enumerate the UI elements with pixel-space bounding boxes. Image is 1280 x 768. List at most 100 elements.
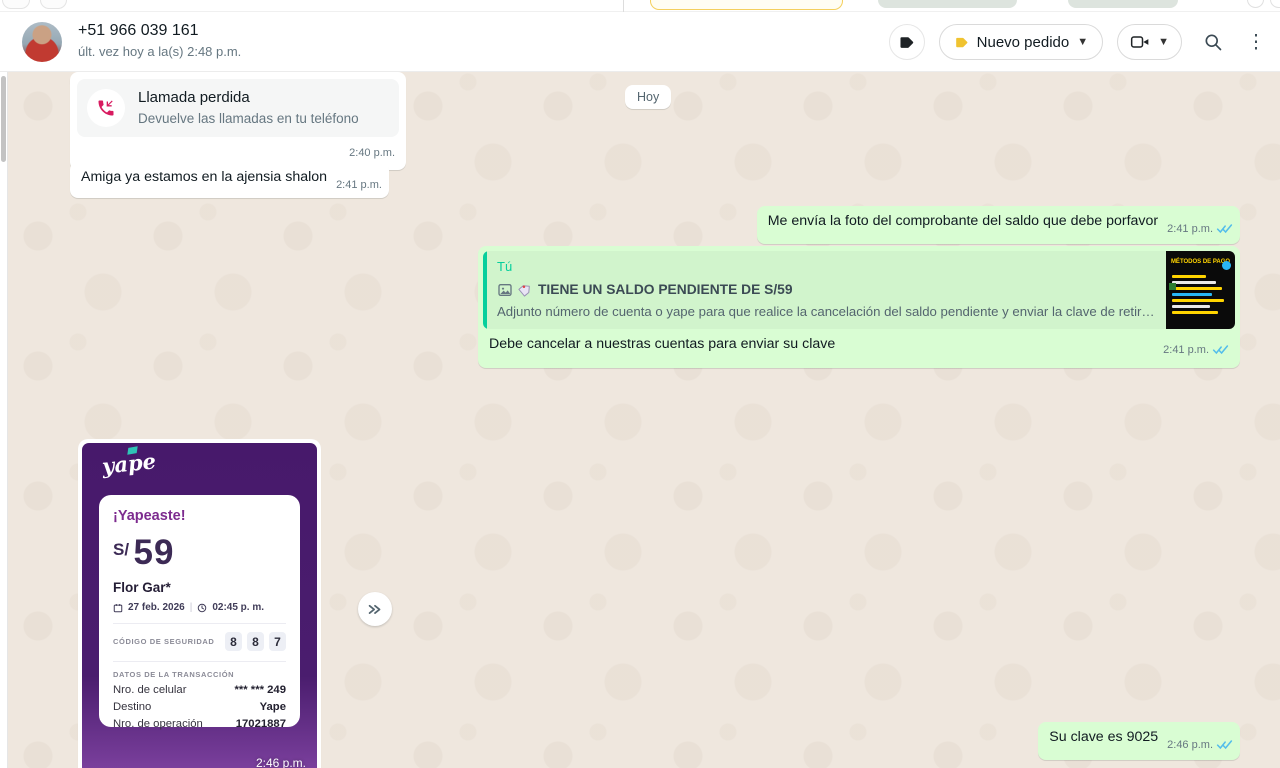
panel-divider [623, 0, 624, 12]
yape-receipt: yape ¡Yapeaste! S/ 59 Flor Gar* [82, 443, 317, 768]
kebab-menu-icon: ⋮ [1247, 31, 1266, 54]
search-button[interactable] [1196, 25, 1230, 59]
scrollbar-thumb[interactable] [1, 76, 6, 162]
quote-author: Tú [497, 257, 1156, 276]
row-value: Yape [260, 701, 286, 713]
message-time: 2:46 p.m. [1167, 739, 1213, 751]
thumbnail-decor [1222, 261, 1231, 270]
row-value: 17021887 [236, 718, 286, 730]
divider [113, 661, 286, 662]
chevron-down-icon: ▼ [1158, 36, 1169, 48]
thumbnail-decor [1172, 275, 1206, 278]
transaction-row: Nro. de celular *** *** 249 [113, 684, 286, 696]
incoming-message[interactable]: Amiga ya estamos en la ajensia shalon 2:… [70, 162, 389, 198]
currency-symbol: S/ [113, 540, 129, 559]
forward-button[interactable] [358, 592, 392, 626]
receipt-card: ¡Yapeaste! S/ 59 Flor Gar* 27 feb. 2026 [99, 495, 300, 727]
quote-title: TIENE UN SALDO PENDIENTE DE S/59 [538, 280, 793, 299]
outgoing-message[interactable]: Me envía la foto del comprobante del sal… [757, 206, 1240, 244]
cutoff-tab [878, 0, 1017, 8]
new-order-button[interactable]: Nuevo pedido ▼ [939, 24, 1103, 60]
order-tag-icon [954, 35, 969, 50]
contact-avatar[interactable] [22, 22, 62, 62]
security-code-label: CÓDIGO DE SEGURIDAD [113, 637, 214, 646]
security-digits: 8 8 7 [225, 632, 286, 651]
receipt-date: 27 feb. 2026 [128, 602, 185, 613]
quoted-message-body: Debe cancelar a nuestras cuentas para en… [483, 329, 1235, 354]
label-icon [898, 34, 915, 51]
last-seen-status: últ. vez hoy a la(s) 2:48 p.m. [78, 44, 241, 59]
quoted-message[interactable]: Tú TIENE UN SALDO PENDIENTE DE S/59 [483, 251, 1235, 329]
missed-call-card[interactable]: Llamada perdida Devuelve las llamadas en… [77, 79, 399, 137]
whatsapp-chat-window: +51 966 039 161 últ. vez hoy a la(s) 2:4… [0, 0, 1280, 768]
payer-name: Flor Gar* [113, 580, 286, 595]
cutoff-circle [1247, 0, 1264, 8]
message-text: Debe cancelar a nuestras cuentas para en… [489, 336, 835, 352]
new-order-label: Nuevo pedido [977, 34, 1070, 51]
forward-icon [366, 602, 384, 616]
message-time-wrap: 2:41 p.m. [1163, 341, 1229, 362]
amount-value: 59 [134, 533, 175, 572]
transaction-section-label: DATOS DE LA TRANSACCIÓN [113, 670, 286, 679]
tag-emoji-icon [518, 282, 533, 297]
divider [113, 623, 286, 624]
meta-separator: | [190, 602, 193, 613]
row-label: Destino [113, 701, 151, 713]
image-message-yape-receipt[interactable]: yape ¡Yapeaste! S/ 59 Flor Gar* [78, 439, 321, 768]
missed-call-icon [96, 98, 116, 118]
thumbnail-decor [1172, 305, 1210, 308]
transaction-row: Destino Yape [113, 701, 286, 713]
contact-phone-title[interactable]: +51 966 039 161 [78, 22, 199, 40]
top-cutoff-strip [0, 0, 1280, 12]
photo-icon [497, 282, 513, 298]
message-text: Amiga ya estamos en la ajensia shalon [81, 169, 327, 185]
video-camera-icon [1130, 34, 1150, 50]
message-text: Me envía la foto del comprobante del sal… [768, 213, 1158, 229]
missed-call-subtitle: Devuelve las llamadas en tu teléfono [138, 109, 359, 128]
receipt-amount: S/ 59 [113, 533, 286, 573]
thumbnail-decor [1172, 293, 1212, 296]
menu-button[interactable]: ⋮ [1244, 25, 1268, 59]
thumbnail-decor [1172, 281, 1216, 284]
thumbnail-decor [1169, 283, 1176, 290]
cutoff-tab [2, 0, 30, 9]
label-button[interactable] [889, 24, 925, 60]
message-time: 2:41 p.m. [1163, 344, 1209, 356]
thumbnail-decor [1172, 299, 1224, 302]
security-digit: 8 [225, 632, 242, 651]
quote-snippet: Adjunto número de cuenta o yape para que… [497, 302, 1156, 321]
receipt-meta: 27 feb. 2026 | 02:45 p. m. [113, 602, 286, 613]
receipt-headline: ¡Yapeaste! [113, 508, 286, 524]
cutoff-tab [40, 0, 67, 9]
row-label: Nro. de celular [113, 684, 186, 696]
row-label: Nro. de operación [113, 718, 203, 730]
missed-call-icon-wrap [87, 89, 125, 127]
cutoff-tab [1068, 0, 1178, 8]
receipt-time: 02:45 p. m. [212, 602, 264, 613]
read-ticks-icon [1216, 738, 1233, 757]
video-call-button[interactable]: ▼ [1117, 24, 1182, 60]
missed-call-message[interactable]: Llamada perdida Devuelve las llamadas en… [70, 72, 406, 170]
cutoff-tab-active [650, 0, 843, 10]
clock-icon [197, 603, 207, 613]
date-divider: Hoy [625, 85, 671, 109]
missed-call-title: Llamada perdida [138, 88, 359, 107]
thumbnail-decor [1172, 287, 1222, 290]
security-code-row: CÓDIGO DE SEGURIDAD 8 8 7 [113, 632, 286, 651]
conversation-panel: Llamada perdida Devuelve las llamadas en… [8, 72, 1280, 768]
message-time: 2:40 p.m. [77, 137, 399, 163]
message-time-wrap: 2:41 p.m. [1167, 220, 1233, 241]
quote-thumbnail[interactable]: MÉTODOS DE PAGO [1166, 251, 1235, 329]
message-text: Su clave es 9025 [1049, 729, 1158, 745]
quote-content: Tú TIENE UN SALDO PENDIENTE DE S/59 [487, 251, 1166, 329]
message-time: 2:41 p.m. [336, 176, 382, 195]
security-digit: 7 [269, 632, 286, 651]
thumbnail-decor [1172, 311, 1218, 314]
quote-title-row: TIENE UN SALDO PENDIENTE DE S/59 [497, 280, 1156, 299]
missed-call-texts: Llamada perdida Devuelve las llamadas en… [138, 88, 359, 128]
chevron-down-icon: ▼ [1077, 36, 1088, 48]
outgoing-message[interactable]: Su clave es 9025 2:46 p.m. [1038, 722, 1240, 760]
outgoing-quoted-message[interactable]: Tú TIENE UN SALDO PENDIENTE DE S/59 [478, 246, 1240, 368]
chatlist-edge [0, 72, 8, 768]
calendar-icon [113, 603, 123, 613]
